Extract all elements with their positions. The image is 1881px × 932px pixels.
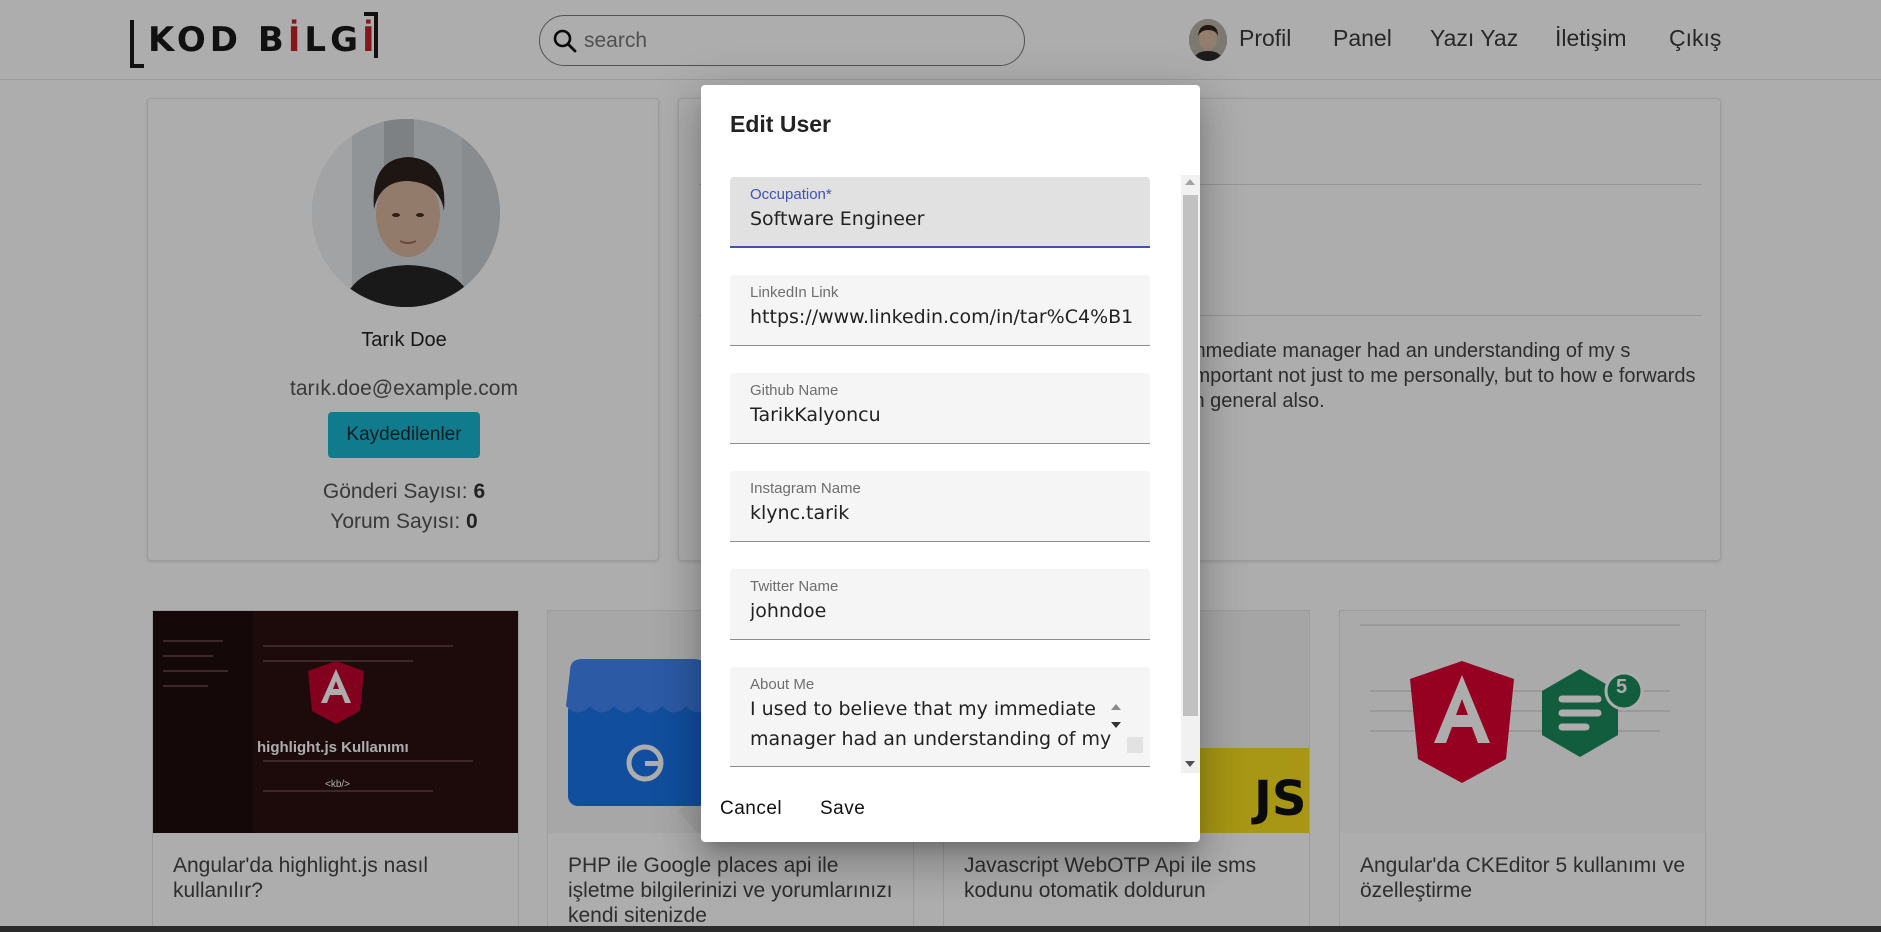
textarea-resize-handle[interactable] — [1127, 737, 1143, 753]
edit-user-dialog: Edit User Occupation* LinkedIn Link Gith… — [701, 85, 1200, 842]
instagram-input[interactable] — [750, 499, 1135, 527]
dialog-form: Occupation* LinkedIn Link Github Name In… — [730, 177, 1150, 855]
scrollbar-thumb[interactable] — [1183, 195, 1198, 716]
instagram-label: Instagram Name — [750, 480, 861, 497]
save-button[interactable]: Save — [802, 791, 883, 827]
cancel-button[interactable]: Cancel — [702, 791, 800, 827]
occupation-input[interactable] — [750, 205, 1135, 233]
instagram-field[interactable]: Instagram Name — [730, 471, 1150, 542]
occupation-label: Occupation* — [750, 186, 832, 203]
scroll-up-icon[interactable] — [1185, 179, 1195, 185]
linkedin-field[interactable]: LinkedIn Link — [730, 275, 1150, 346]
about-me-textarea[interactable]: I used to believe that my immediate mana… — [750, 694, 1112, 756]
linkedin-label: LinkedIn Link — [750, 284, 839, 301]
textarea-scroll-down-icon[interactable] — [1111, 722, 1121, 728]
github-label: Github Name — [750, 382, 839, 399]
linkedin-input[interactable] — [750, 303, 1135, 331]
about-me-field[interactable]: About Me I used to believe that my immed… — [730, 667, 1150, 767]
twitter-input[interactable] — [750, 597, 1135, 625]
github-field[interactable]: Github Name — [730, 373, 1150, 444]
twitter-field[interactable]: Twitter Name — [730, 569, 1150, 640]
twitter-label: Twitter Name — [750, 578, 839, 595]
occupation-field[interactable]: Occupation* — [730, 177, 1150, 248]
github-input[interactable] — [750, 401, 1135, 429]
about-me-label: About Me — [750, 676, 815, 693]
scroll-down-icon[interactable] — [1185, 761, 1195, 767]
dialog-scrollbar[interactable] — [1181, 175, 1200, 773]
bottom-edge-bar — [0, 926, 1881, 932]
dialog-title: Edit User — [730, 111, 831, 137]
textarea-scroll-up-icon[interactable] — [1111, 704, 1121, 710]
